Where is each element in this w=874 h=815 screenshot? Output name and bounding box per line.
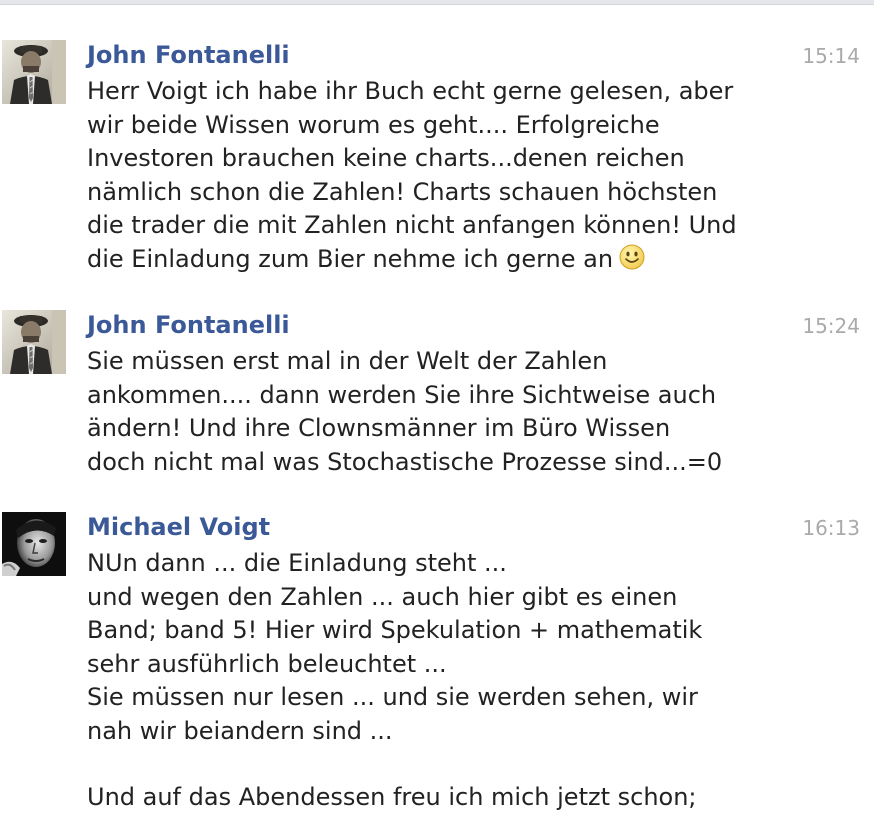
message-line: sehr ausführlich beleuchtet ...: [87, 649, 447, 678]
chat-message: John Fontanelli 15:14 Herr Voigt ich hab…: [0, 40, 874, 290]
avatar[interactable]: [2, 310, 66, 374]
message-line: nah wir beiandern sind ...: [87, 716, 393, 745]
message-line: Herr Voigt ich habe ihr Buch echt gerne …: [87, 77, 734, 105]
message-body: Sie müssen erst mal in der Welt der Zahl…: [87, 345, 787, 479]
message-line: ändern! Und ihre Clownsmänner im Büro Wi…: [87, 414, 671, 442]
smiley-face-icon: [619, 244, 645, 280]
message-line: Sie müssen erst mal in der Welt der Zahl…: [87, 347, 608, 375]
message-line: wir beide Wissen worum es geht.... Erfol…: [87, 110, 660, 139]
message-line: Und auf das Abendessen freu ich mich jet…: [87, 783, 697, 811]
message-line: ankommen.... dann werden Sie ihre Sichtw…: [87, 380, 717, 409]
avatar[interactable]: [2, 512, 66, 576]
message-line: nämlich schon die Zahlen! Charts schauen…: [87, 177, 718, 206]
message-author[interactable]: John Fontanelli: [87, 40, 290, 70]
avatar[interactable]: [2, 40, 66, 104]
message-body: NUn dann ... die Einladung steht ... und…: [87, 547, 787, 815]
message-author[interactable]: John Fontanelli: [87, 310, 290, 340]
message-line: Investoren brauchen keine charts...denen…: [87, 144, 685, 172]
message-line: die trader die mit Zahlen nicht anfangen…: [87, 211, 737, 239]
message-timestamp: 16:13: [802, 516, 860, 540]
message-body: Herr Voigt ich habe ihr Buch echt gerne …: [87, 75, 787, 279]
message-line: und wegen den Zahlen ... auch hier gibt …: [87, 582, 678, 611]
message-line-with-emoticon: die Einladung zum Bier nehme ich gerne a…: [87, 243, 787, 280]
chat-message: Michael Voigt 16:13 NUn dann ... die Ein…: [0, 512, 874, 811]
message-timestamp: 15:24: [802, 314, 860, 338]
message-line: Sie müssen nur lesen ... und sie werden …: [87, 683, 698, 711]
message-line: doch nicht mal was Stochastische Prozess…: [87, 447, 723, 476]
user-photo-icon: [2, 310, 66, 374]
message-line: Band; band 5! Hier wird Spekulation + ma…: [87, 616, 703, 644]
chat-message: John Fontanelli 15:24 Sie müssen erst ma…: [0, 310, 874, 490]
message-author[interactable]: Michael Voigt: [87, 512, 270, 542]
message-timestamp: 15:14: [802, 44, 860, 68]
message-line: NUn dann ... die Einladung steht ...: [87, 549, 507, 577]
user-photo-icon: [2, 40, 66, 104]
message-line-text: die Einladung zum Bier nehme ich gerne a…: [87, 244, 614, 273]
top-border: [0, 0, 874, 5]
user-photo-icon: [2, 512, 66, 576]
